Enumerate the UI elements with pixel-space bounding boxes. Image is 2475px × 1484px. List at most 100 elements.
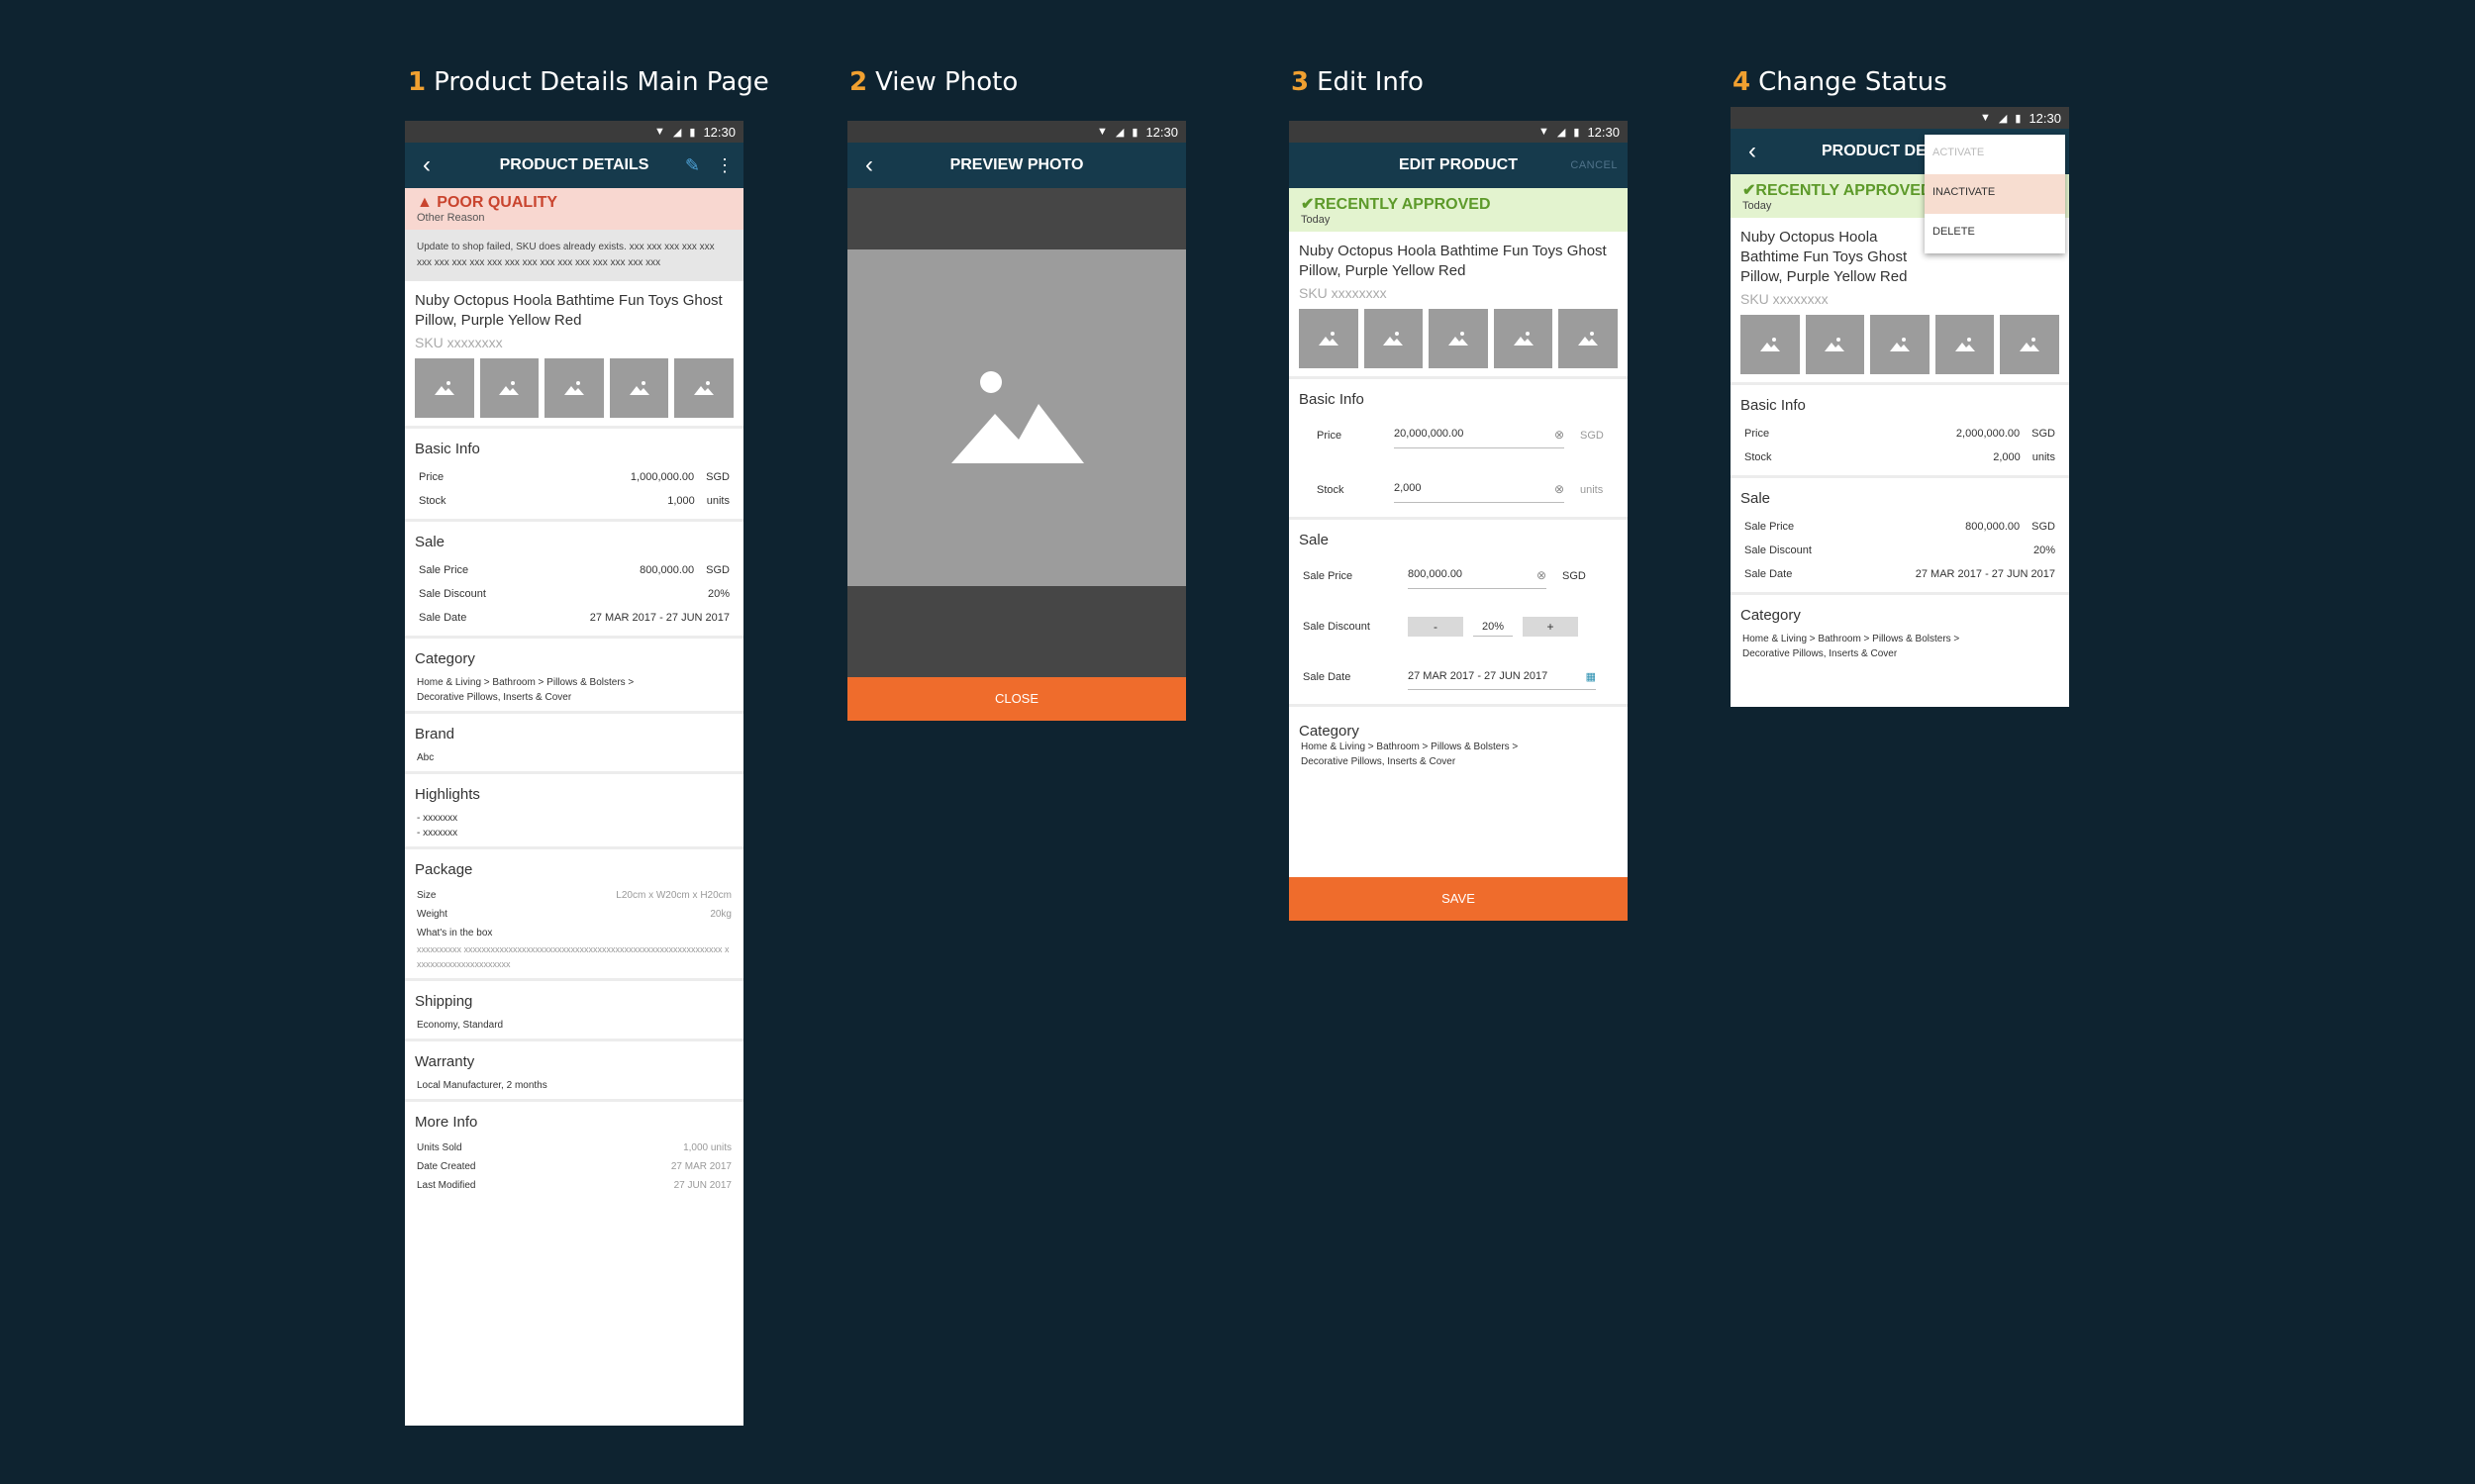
approved-title: RECENTLY APPROVED (1755, 182, 1932, 199)
check-circle-icon: ✔ (1742, 182, 1756, 199)
wifi-icon: ▼ (654, 126, 665, 138)
more-icon[interactable]: ⋮ (716, 155, 734, 176)
cancel-button[interactable]: CANCEL (1570, 159, 1618, 171)
section-title-4: 4 Change Status (1732, 67, 1947, 97)
stock-input[interactable]: 2,000 ⊗ (1394, 476, 1564, 503)
image-placeholder-icon (951, 371, 1084, 463)
category-section: Category Home & Living > Bathroom > Pill… (405, 639, 743, 714)
photo-thumbnail[interactable] (1870, 315, 1930, 374)
section-heading: Warranty (415, 1053, 475, 1070)
photo-thumbnail[interactable] (1805, 315, 1865, 374)
status-time: 12:30 (1145, 124, 1178, 140)
photo-thumbnail[interactable] (1934, 315, 1995, 374)
image-icon (1889, 338, 1910, 351)
photo-thumbnail[interactable] (2000, 315, 2059, 374)
photo-thumbnail[interactable] (1558, 309, 1618, 368)
section-heading: Category (1299, 723, 1359, 740)
clear-icon[interactable]: ⊗ (1554, 482, 1564, 496)
menu-item-activate[interactable]: ACTIVATE (1925, 135, 2065, 174)
sale-price-row: Sale Price 800,000.00 SGD (1744, 521, 2055, 533)
shipping-section: Shipping Economy, Standard (405, 981, 743, 1041)
price-input[interactable]: 20,000,000.00 ⊗ (1394, 422, 1564, 448)
phone-screen-product-details: ▼ ◢ ▮ 12:30 ‹ PRODUCT DETAILS ✎ ⋮ ▲ POOR… (405, 121, 743, 1426)
menu-item-inactivate[interactable]: INACTIVATE (1925, 174, 2065, 214)
warning-icon: ▲ (417, 194, 433, 211)
status-menu: ACTIVATE INACTIVATE DELETE (1925, 135, 2065, 253)
approved-date: Today (1301, 214, 1331, 226)
edit-icon[interactable]: ✎ (685, 155, 700, 176)
sale-section: Sale Sale Price 800,000.00 SGD Sale Discou… (405, 522, 743, 639)
photo-thumbnail[interactable] (1299, 309, 1358, 368)
warranty-section: Warranty Local Manufacturer, 2 months (405, 1041, 743, 1102)
close-button[interactable]: CLOSE (847, 677, 1186, 721)
status-time: 12:30 (2029, 110, 2061, 126)
photo-thumbnail[interactable] (1740, 315, 1800, 374)
box-contents: xxxxxxxxxx xxxxxxxxxxxxxxxxxxxxxxxxxxxxx… (417, 944, 730, 969)
product-summary: Nuby Octopus Hoola Bathtime Fun Toys Gho… (405, 281, 743, 426)
basic-info-section: Basic Info Price 1,000,000.00 SGD Stock 1,0… (405, 429, 743, 522)
section-heading: Brand (415, 726, 455, 742)
sale-date-row: Sale Date 27 MAR 2017 - 27 JUN 2017 (1744, 568, 2055, 580)
section-heading: Category (1740, 607, 1801, 624)
back-icon[interactable]: ‹ (1731, 138, 1774, 165)
clear-icon[interactable]: ⊗ (1536, 568, 1546, 582)
decrease-button[interactable]: - (1408, 617, 1463, 637)
signal-icon: ◢ (1556, 126, 1566, 139)
wifi-icon: ▼ (1980, 112, 1991, 124)
date-created-row: Date Created 27 MAR 2017 (417, 1161, 732, 1172)
image-icon (1578, 332, 1599, 346)
wifi-icon: ▼ (1538, 126, 1549, 138)
back-icon[interactable]: ‹ (405, 151, 448, 179)
battery-icon: ▮ (1573, 126, 1580, 139)
image-icon (1447, 332, 1468, 346)
save-button[interactable]: SAVE (1289, 877, 1628, 921)
section-heading: Package (415, 861, 473, 878)
photo-thumbnail[interactable] (609, 358, 669, 418)
brand-value: Abc (417, 752, 435, 763)
warranty-value: Local Manufacturer, 2 months (417, 1080, 547, 1091)
photo-thumbnail[interactable] (1429, 309, 1488, 368)
image-icon (1759, 338, 1780, 351)
image-icon (1383, 332, 1404, 346)
basic-info-section: Basic Info Price 2,000,000.00 SGD Stock 2,0… (1731, 385, 2069, 478)
discount-value[interactable]: 20% (1473, 618, 1513, 637)
highlight-item: - xxxxxxx (417, 813, 458, 824)
battery-icon: ▮ (689, 126, 696, 139)
sale-date-field: Sale Date 27 MAR 2017 - 27 JUN 2017 ▦ (1289, 650, 1628, 704)
shipping-value: Economy, Standard (417, 1020, 504, 1031)
basic-info-section: Basic Info Price 20,000,000.00 ⊗ SGD Stoc… (1289, 379, 1628, 520)
status-bar: ▼ ◢ ▮ 12:30 (1289, 121, 1628, 143)
photo-thumbnail[interactable] (544, 358, 604, 418)
clear-icon[interactable]: ⊗ (1554, 428, 1564, 442)
sale-date-input[interactable]: 27 MAR 2017 - 27 JUN 2017 ▦ (1408, 664, 1596, 690)
highlights-section: Highlights - xxxxxxx - xxxxxxx (405, 774, 743, 849)
section-title-3: 3 Edit Info (1291, 67, 1424, 97)
image-icon (1513, 332, 1534, 346)
battery-icon: ▮ (2015, 112, 2022, 125)
section-heading: Category (415, 650, 475, 667)
photo-thumbnails (415, 358, 734, 418)
photo-thumbnail[interactable] (1363, 309, 1424, 368)
sale-price-input[interactable]: 800,000.00 ⊗ (1408, 562, 1546, 589)
photo-preview[interactable] (847, 249, 1186, 586)
stock-field: Stock 2,000 ⊗ units (1289, 462, 1628, 517)
calendar-icon[interactable]: ▦ (1586, 670, 1596, 683)
units-sold-row: Units Sold 1,000 units (417, 1142, 732, 1153)
weight-row: Weight 20kg (417, 909, 732, 920)
category-path: Home & Living > Bathroom > Pillows & Bol… (1301, 742, 1519, 767)
box-label: What's in the box (417, 928, 493, 939)
photo-thumbnail[interactable] (1493, 309, 1553, 368)
back-icon[interactable]: ‹ (847, 151, 891, 179)
sale-section: Sale Sale Price 800,000.00 SGD Sale Discou… (1731, 478, 2069, 595)
product-name: Nuby Octopus Hoola Bathtime Fun Toys Gho… (1299, 243, 1607, 279)
photo-thumbnail[interactable] (674, 358, 734, 418)
photo-thumbnail[interactable] (479, 358, 540, 418)
menu-item-delete[interactable]: DELETE (1925, 214, 2065, 253)
photo-thumbnail[interactable] (415, 358, 474, 418)
increase-button[interactable]: + (1523, 617, 1578, 637)
sale-discount-field: Sale Discount - 20% + (1289, 603, 1628, 650)
discount-stepper: - 20% + (1408, 617, 1578, 637)
section-heading: Basic Info (415, 441, 480, 457)
sale-discount-row: Sale Discount 20% (1744, 544, 2055, 556)
stock-row: Stock 1,000 units (419, 495, 730, 507)
